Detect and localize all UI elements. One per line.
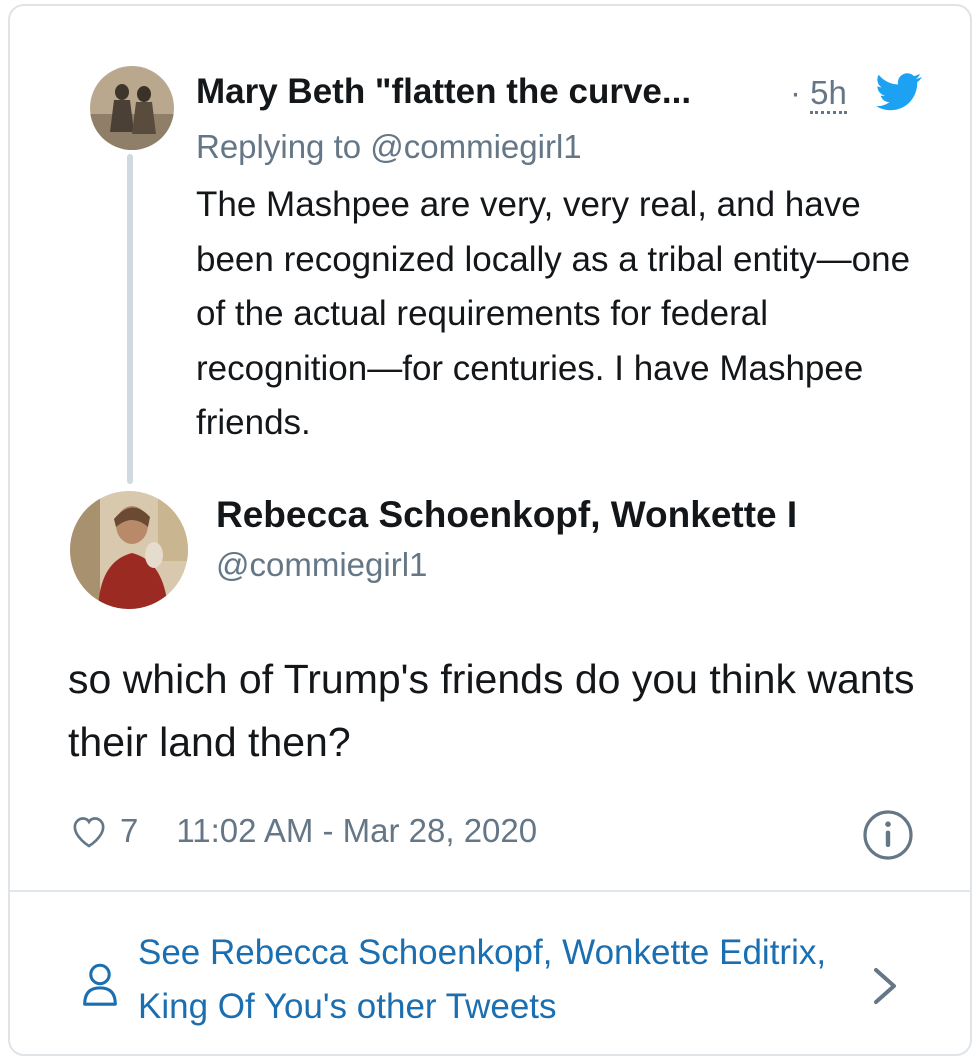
heart-icon[interactable]	[68, 811, 110, 851]
chevron-right-icon[interactable]	[872, 966, 898, 1006]
main-tweet-text: so which of Trump's friends do you think…	[68, 656, 915, 765]
main-author-avatar[interactable]	[70, 491, 188, 609]
tweet-meta-row: 7 11:02 AM - Mar 28, 2020	[68, 806, 928, 856]
see-other-tweets-label[interactable]: See Rebecca Schoenkopf, Wonkette Editrix…	[138, 926, 838, 1034]
relative-time[interactable]: 5h	[810, 74, 847, 114]
twitter-bird-icon[interactable]	[876, 72, 922, 112]
embedded-tweet-card: Mary Beth "flatten the curve... · 5h Rep…	[8, 4, 972, 1056]
parent-author-name[interactable]: Mary Beth "flatten the curve...	[196, 72, 776, 112]
person-icon	[83, 963, 117, 1006]
parent-author-avatar[interactable]	[90, 66, 174, 150]
replying-to[interactable]: Replying to @commiegirl1	[196, 128, 582, 166]
thread-connector-line	[127, 154, 133, 484]
info-icon[interactable]	[862, 809, 914, 861]
see-other-tweets-link[interactable]: See Rebecca Schoenkopf, Wonkette Editrix…	[10, 892, 970, 1054]
main-author-name[interactable]: Rebecca Schoenkopf, Wonkette I	[216, 494, 928, 536]
tweet-timestamp[interactable]: 11:02 AM - Mar 28, 2020	[176, 812, 537, 850]
parent-tweet-time[interactable]: · 5h	[790, 74, 847, 114]
like-count[interactable]: 7	[120, 812, 138, 850]
main-author-handle[interactable]: @commiegirl1	[216, 546, 427, 584]
parent-tweet-text: The Mashpee are very, very real, and hav…	[196, 185, 911, 442]
time-separator: ·	[790, 74, 801, 111]
